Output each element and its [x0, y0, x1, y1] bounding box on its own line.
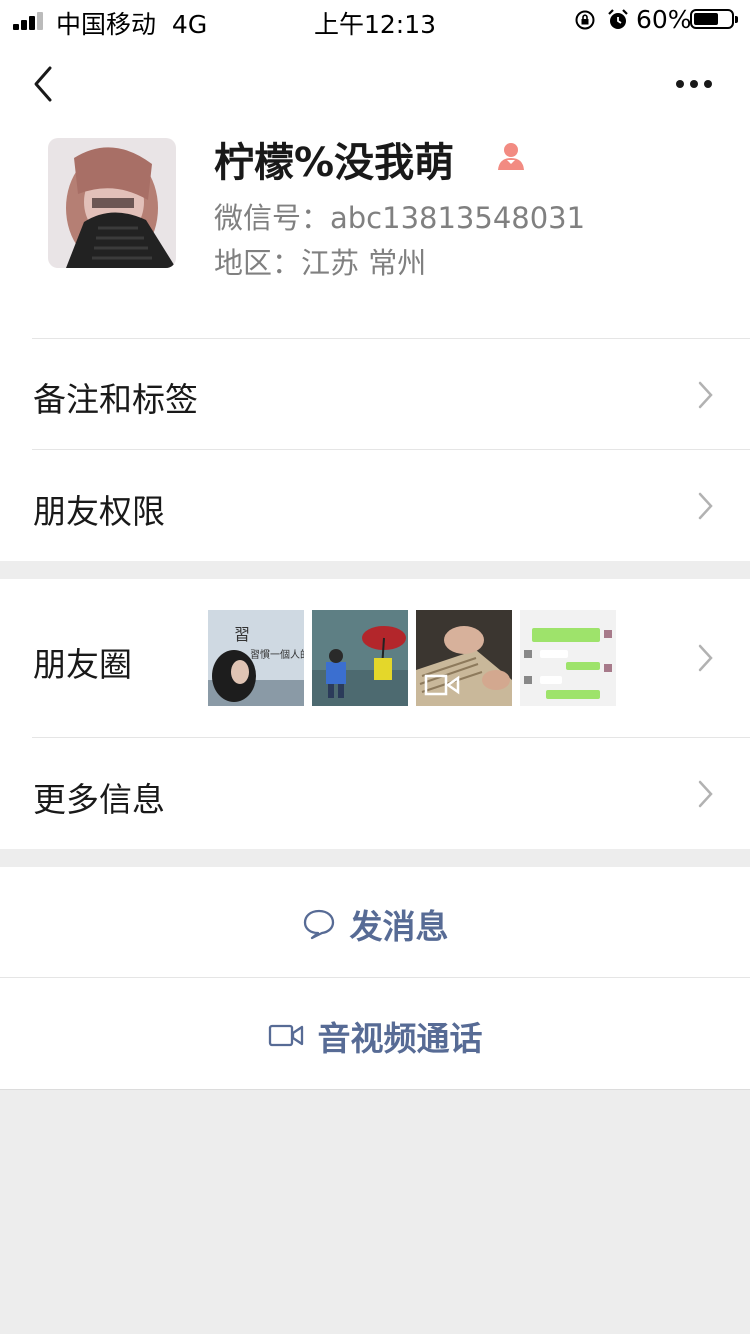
- chevron-left-icon[interactable]: [28, 64, 58, 104]
- wechat-id: 微信号：abc13813548031: [214, 201, 586, 235]
- alarm-icon: [608, 9, 628, 29]
- divider: [32, 737, 750, 738]
- moments-thumb-4[interactable]: [520, 610, 616, 706]
- moments-item[interactable]: 朋友圈: [33, 638, 132, 686]
- battery-percent: 60%: [636, 5, 692, 34]
- female-icon: [498, 143, 524, 170]
- moments-thumb-1[interactable]: 習 習慣一個人的世界: [208, 610, 304, 706]
- friend-permissions-item[interactable]: 朋友权限: [33, 485, 165, 533]
- divider: [32, 449, 750, 450]
- divider: [0, 1089, 750, 1090]
- send-message-button[interactable]: 发消息: [0, 900, 750, 948]
- svg-text:習: 習: [234, 625, 250, 644]
- moments-thumb-2[interactable]: [312, 610, 408, 706]
- divider: [32, 338, 750, 339]
- video-camera-icon: [268, 1024, 303, 1047]
- chevron-right-icon: [698, 780, 713, 808]
- rotation-lock-icon: [575, 10, 595, 30]
- more-dots-icon[interactable]: [672, 70, 716, 98]
- divider: [0, 977, 750, 978]
- profile-section: [0, 40, 750, 561]
- chevron-right-icon: [698, 644, 713, 672]
- chevron-right-icon: [698, 492, 713, 520]
- region: 地区：江苏 常州: [214, 246, 427, 280]
- chevron-right-icon: [698, 381, 713, 409]
- moments-thumb-3[interactable]: [416, 610, 512, 706]
- svg-text:習慣一個人的世界: 習慣一個人的世界: [250, 648, 304, 661]
- status-bar: 中国移动 4G 上午12:13 60%: [0, 0, 750, 40]
- remarks-tags-item[interactable]: 备注和标签: [33, 373, 198, 421]
- chat-bubble-icon: [303, 909, 334, 940]
- profile-name: 柠檬%没我萌: [214, 140, 455, 186]
- video-call-button[interactable]: 音视频通话: [0, 1012, 750, 1060]
- battery-icon: [690, 9, 738, 29]
- avatar[interactable]: [48, 138, 176, 268]
- more-info-item[interactable]: 更多信息: [33, 773, 165, 821]
